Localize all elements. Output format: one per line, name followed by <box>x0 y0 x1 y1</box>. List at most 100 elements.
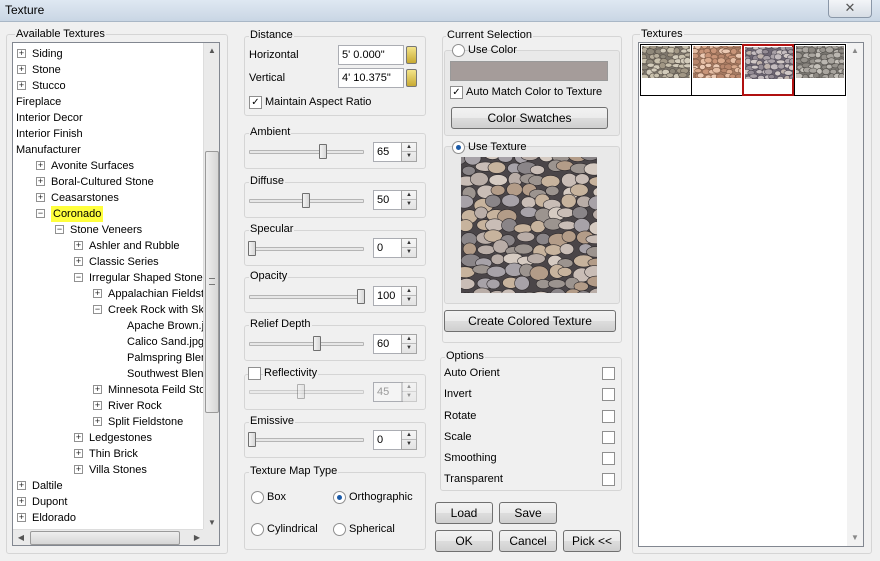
spin-up-icon[interactable]: ▲ <box>402 431 416 440</box>
ok-button[interactable]: OK <box>435 530 493 552</box>
spin-down-icon[interactable]: ▼ <box>402 200 416 209</box>
expand-icon[interactable]: + <box>17 513 26 522</box>
tree-item[interactable]: − Irregular Shaped Stones <box>13 270 208 286</box>
diffuse-slider-thumb[interactable] <box>302 193 310 208</box>
relief-depth-spinner[interactable]: ▲ ▼ <box>401 334 417 354</box>
tree-item[interactable]: + Ceasarstones <box>13 190 203 206</box>
tree-item[interactable]: Apache Brown.jpg <box>13 318 216 334</box>
tree-item[interactable]: + Siding <box>13 46 203 62</box>
specular-slider[interactable] <box>249 247 364 251</box>
expand-icon[interactable]: + <box>36 177 45 186</box>
expand-icon[interactable]: + <box>93 417 102 426</box>
tree-item[interactable]: Calico Sand.jpg <box>13 334 204 350</box>
texture-thumbnail[interactable] <box>794 44 846 96</box>
tree-item[interactable]: + Thin Brick <box>13 446 203 462</box>
tree-item[interactable]: + Stucco <box>13 78 203 94</box>
create-colored-texture-button[interactable]: Create Colored Texture <box>444 310 616 332</box>
spherical-radio[interactable] <box>333 523 346 536</box>
spin-up-icon[interactable]: ▲ <box>402 143 416 152</box>
spin-up-icon[interactable]: ▲ <box>402 287 416 296</box>
expand-icon[interactable]: + <box>17 49 26 58</box>
scroll-up-icon[interactable]: ▲ <box>847 43 863 59</box>
texture-thumbnail[interactable] <box>691 44 743 96</box>
ambient-slider[interactable] <box>249 150 364 154</box>
relief-depth-slider[interactable] <box>249 342 364 346</box>
tree-vertical-scrollbar[interactable]: ▲ ▼ <box>203 43 219 531</box>
collapse-icon[interactable]: − <box>55 225 64 234</box>
tree-item[interactable]: + Ledgestones <box>13 430 203 446</box>
vertical-input[interactable]: 4' 10.375" <box>338 68 404 88</box>
collapse-icon[interactable]: − <box>36 209 45 218</box>
tree-item[interactable]: + Boral-Cultured Stone <box>13 174 203 190</box>
tree-item[interactable]: + Appalachian Fieldstone <box>13 286 219 302</box>
scroll-up-icon[interactable]: ▲ <box>204 43 219 59</box>
auto-match-checkbox[interactable]: ✓ <box>450 86 463 99</box>
texture-thumbnail-selected[interactable] <box>742 44 794 96</box>
spin-down-icon[interactable]: ▼ <box>402 296 416 305</box>
use-texture-radio[interactable] <box>452 141 465 154</box>
option-scale-checkbox[interactable] <box>602 431 615 444</box>
color-swatches-button[interactable]: Color Swatches <box>451 107 608 129</box>
scroll-thumb[interactable] <box>205 151 219 413</box>
tree-item[interactable]: Palmspring Blend.jpg <box>13 350 219 366</box>
expand-icon[interactable]: + <box>74 465 83 474</box>
expand-icon[interactable]: + <box>74 449 83 458</box>
tree-item[interactable]: Fireplace <box>13 94 203 110</box>
use-color-radio[interactable] <box>452 44 465 57</box>
load-button[interactable]: Load <box>435 502 493 524</box>
box-radio[interactable] <box>251 491 264 504</box>
horizontal-input[interactable]: 5' 0.000" <box>338 45 404 65</box>
expand-icon[interactable]: + <box>74 257 83 266</box>
tree-item[interactable]: Interior Decor <box>13 110 203 126</box>
tree-item[interactable]: + Eldorado <box>13 510 203 526</box>
calculator-icon[interactable] <box>406 69 417 87</box>
expand-icon[interactable]: + <box>93 289 102 298</box>
expand-icon[interactable]: + <box>36 161 45 170</box>
specular-spinner[interactable]: ▲ ▼ <box>401 238 417 258</box>
opacity-input[interactable]: 100 <box>373 286 403 306</box>
tree-item[interactable]: + Stone <box>13 62 203 78</box>
emissive-slider-thumb[interactable] <box>248 432 256 447</box>
spin-down-icon[interactable]: ▼ <box>402 344 416 353</box>
option-transparent-checkbox[interactable] <box>602 473 615 486</box>
option-smoothing-checkbox[interactable] <box>602 452 615 465</box>
texture-tree[interactable]: + Eldorado + Dupont + Daltile + Villa Stones + Th… <box>12 42 220 546</box>
expand-icon[interactable]: + <box>17 81 26 90</box>
tree-item[interactable]: Manufacturer <box>13 142 203 158</box>
emissive-slider[interactable] <box>249 438 364 442</box>
expand-icon[interactable]: + <box>17 481 26 490</box>
tree-item[interactable]: + Dupont <box>13 494 203 510</box>
relief-depth-input[interactable]: 60 <box>373 334 403 354</box>
diffuse-input[interactable]: 50 <box>373 190 403 210</box>
tree-item[interactable]: + Minnesota Feild Stone <box>13 382 217 398</box>
spin-down-icon[interactable]: ▼ <box>402 152 416 161</box>
tree-item[interactable]: + Avonite Surfaces <box>13 158 203 174</box>
color-swatch[interactable] <box>450 61 608 81</box>
expand-icon[interactable]: + <box>74 433 83 442</box>
texture-thumbnail[interactable] <box>640 44 692 96</box>
tree-item[interactable]: Southwest Blend.jpg <box>13 366 219 382</box>
horizontal-scroll-thumb[interactable] <box>30 531 180 545</box>
scroll-down-icon[interactable]: ▼ <box>847 530 863 546</box>
tree-item[interactable]: + Split Fieldstone <box>13 414 203 430</box>
tree-horizontal-scrollbar[interactable]: ◀ ▶ <box>13 529 205 545</box>
tree-item[interactable]: + Ashler and Rubble <box>13 238 203 254</box>
tree-item[interactable]: Interior Finish <box>13 126 203 142</box>
spin-up-icon[interactable]: ▲ <box>402 335 416 344</box>
relief-depth-slider-thumb[interactable] <box>313 336 321 351</box>
calculator-icon[interactable] <box>406 46 417 64</box>
tree-item[interactable]: − Stone Veneers <box>13 222 203 238</box>
reflectivity-checkbox[interactable] <box>248 367 261 380</box>
cylindrical-radio[interactable] <box>251 523 264 536</box>
collapse-icon[interactable]: − <box>93 305 102 314</box>
collapse-icon[interactable]: − <box>74 273 83 282</box>
expand-icon[interactable]: + <box>74 241 83 250</box>
orthographic-radio[interactable] <box>333 491 346 504</box>
tree-item[interactable]: + Villa Stones <box>13 462 203 478</box>
option-rotate-checkbox[interactable] <box>602 410 615 423</box>
tree-item[interactable]: − Creek Rock with Skippe <box>13 302 219 318</box>
tree-item[interactable]: + Daltile <box>13 478 203 494</box>
spin-down-icon[interactable]: ▼ <box>402 440 416 449</box>
cancel-button[interactable]: Cancel <box>499 530 557 552</box>
emissive-input[interactable]: 0 <box>373 430 403 450</box>
